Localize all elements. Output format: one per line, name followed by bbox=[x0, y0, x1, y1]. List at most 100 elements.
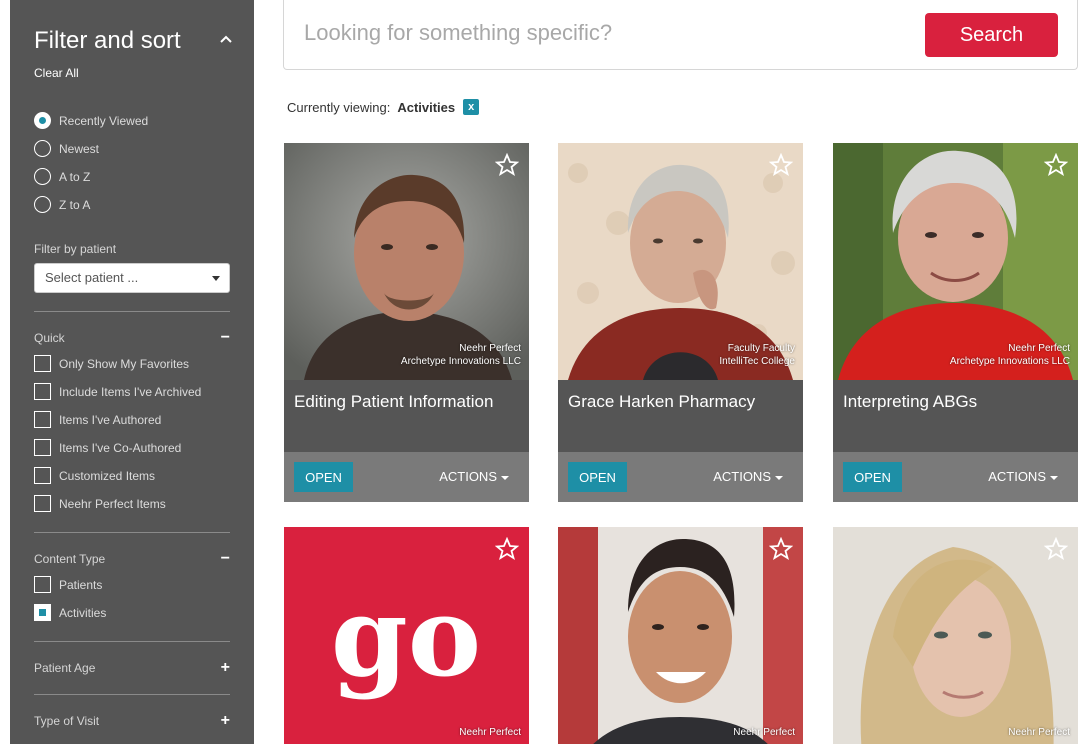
filter-sidebar: Filter and sort Clear All Recently Viewe… bbox=[10, 0, 254, 744]
filter-authored[interactable]: Items I've Authored bbox=[34, 411, 161, 428]
filter-co-authored[interactable]: Items I've Co-Authored bbox=[34, 439, 181, 456]
filter-customized[interactable]: Customized Items bbox=[34, 467, 155, 484]
credit-author: Faculty Faculty bbox=[727, 343, 795, 354]
card-image bbox=[558, 527, 803, 744]
sort-recently-viewed[interactable]: Recently Viewed bbox=[34, 112, 148, 129]
quick-section-header[interactable]: Quick − bbox=[34, 330, 230, 346]
divider bbox=[34, 311, 230, 312]
divider bbox=[34, 532, 230, 533]
credit-author: Neehr Perfect bbox=[1008, 343, 1070, 354]
checkbox-icon bbox=[34, 355, 51, 372]
patient-select[interactable]: Select patient ... bbox=[34, 263, 230, 293]
card-image: go bbox=[284, 527, 529, 744]
sort-a-to-z[interactable]: A to Z bbox=[34, 168, 90, 185]
card-footer: OPEN ACTIONS bbox=[558, 452, 803, 502]
actions-dropdown[interactable]: ACTIONS bbox=[713, 469, 783, 484]
filter-patients[interactable]: Patients bbox=[34, 576, 102, 593]
filter-label: Neehr Perfect Items bbox=[59, 496, 166, 511]
checkbox-icon bbox=[34, 495, 51, 512]
star-icon[interactable] bbox=[1044, 153, 1068, 177]
open-button[interactable]: OPEN bbox=[843, 462, 902, 492]
credit-author: Neehr Perfect bbox=[733, 727, 795, 738]
radio-icon bbox=[34, 196, 51, 213]
filter-activities[interactable]: Activities bbox=[34, 604, 106, 621]
star-icon[interactable] bbox=[769, 537, 793, 561]
card-footer: OPEN ACTIONS bbox=[284, 452, 529, 502]
card-credit: Neehr Perfect Archetype Innovations LLC bbox=[950, 342, 1070, 368]
card-credit: Faculty Faculty IntelliTec College bbox=[719, 342, 795, 368]
card-image bbox=[833, 527, 1078, 744]
sort-option-label: Newest bbox=[59, 141, 100, 156]
radio-icon bbox=[34, 168, 51, 185]
credit-org: Archetype Innovations LLC bbox=[400, 356, 521, 367]
type-of-visit-section-header[interactable]: Type of Visit + bbox=[34, 713, 230, 729]
filter-label: Customized Items bbox=[59, 468, 156, 483]
remove-filter-button[interactable]: x bbox=[463, 99, 480, 115]
credit-author: Neehr Perfect bbox=[459, 727, 521, 738]
actions-dropdown[interactable]: ACTIONS bbox=[439, 469, 509, 484]
star-icon[interactable] bbox=[495, 537, 519, 561]
filter-label: Only Show My Favorites bbox=[59, 356, 190, 371]
patient-age-section-header[interactable]: Patient Age + bbox=[34, 660, 230, 676]
divider bbox=[34, 641, 230, 642]
sort-newest[interactable]: Newest bbox=[34, 140, 99, 157]
patient-filter-label: Filter by patient bbox=[34, 242, 117, 256]
star-icon[interactable] bbox=[1044, 537, 1068, 561]
divider bbox=[34, 694, 230, 695]
activity-card[interactable]: go Neehr Perfect bbox=[284, 527, 529, 744]
type-of-visit-label: Type of Visit bbox=[34, 714, 100, 728]
content-type-section-header[interactable]: Content Type − bbox=[34, 551, 230, 567]
filter-only-favorites[interactable]: Only Show My Favorites bbox=[34, 355, 189, 372]
sidebar-title: Filter and sort bbox=[34, 27, 181, 54]
credit-org: IntelliTec College bbox=[719, 356, 795, 367]
patient-age-label: Patient Age bbox=[34, 661, 96, 675]
checkbox-icon bbox=[34, 467, 51, 484]
checkbox-icon bbox=[34, 604, 51, 621]
radio-icon bbox=[34, 112, 51, 129]
activity-card[interactable]: Faculty Faculty IntelliTec College Grace… bbox=[558, 143, 803, 502]
open-button[interactable]: OPEN bbox=[568, 462, 627, 492]
filter-label: Items I've Authored bbox=[59, 412, 162, 427]
filter-label: Items I've Co-Authored bbox=[59, 440, 182, 455]
content-type-label: Content Type bbox=[34, 552, 106, 566]
quick-section-label: Quick bbox=[34, 331, 65, 345]
card-title[interactable]: Grace Harken Pharmacy bbox=[568, 392, 755, 412]
activity-card[interactable]: Neehr Perfect Archetype Innovations LLC … bbox=[284, 143, 529, 502]
star-icon[interactable] bbox=[769, 153, 793, 177]
minus-icon[interactable]: − bbox=[221, 330, 230, 346]
activity-card[interactable]: Neehr Perfect Archetype Innovations LLC … bbox=[833, 143, 1078, 502]
sort-option-label: Z to A bbox=[59, 197, 91, 212]
card-credit: Neehr Perfect bbox=[733, 726, 795, 739]
clear-all-link[interactable]: Clear All bbox=[34, 66, 79, 80]
credit-author: Neehr Perfect bbox=[459, 343, 521, 354]
filter-label: Activities bbox=[59, 605, 107, 620]
plus-icon[interactable]: + bbox=[221, 660, 230, 676]
minus-icon[interactable]: − bbox=[221, 551, 230, 567]
open-button[interactable]: OPEN bbox=[294, 462, 353, 492]
card-title[interactable]: Editing Patient Information bbox=[294, 392, 493, 412]
star-icon[interactable] bbox=[495, 153, 519, 177]
viewing-value: Activities bbox=[397, 99, 456, 115]
search-button[interactable]: Search bbox=[925, 13, 1058, 57]
checkbox-icon bbox=[34, 439, 51, 456]
search-bar: Search bbox=[283, 0, 1078, 70]
search-input[interactable] bbox=[304, 20, 904, 46]
sort-z-to-a[interactable]: Z to A bbox=[34, 196, 90, 213]
go-logo-text: go bbox=[331, 572, 481, 701]
card-footer: OPEN ACTIONS bbox=[833, 452, 1078, 502]
card-credit: Neehr Perfect Archetype Innovations LLC bbox=[401, 342, 521, 368]
card-title[interactable]: Interpreting ABGs bbox=[843, 392, 977, 412]
checkbox-icon bbox=[34, 576, 51, 593]
card-credit: Neehr Perfect bbox=[459, 726, 521, 739]
filter-neehr-perfect[interactable]: Neehr Perfect Items bbox=[34, 495, 166, 512]
activity-card[interactable]: Neehr Perfect bbox=[833, 527, 1078, 744]
activity-card[interactable]: Neehr Perfect bbox=[558, 527, 803, 744]
filter-label: Patients bbox=[59, 577, 103, 592]
sort-option-label: Recently Viewed bbox=[59, 113, 149, 128]
credit-org: Archetype Innovations LLC bbox=[949, 356, 1070, 367]
actions-dropdown[interactable]: ACTIONS bbox=[988, 469, 1058, 484]
filter-include-archived[interactable]: Include Items I've Archived bbox=[34, 383, 201, 400]
plus-icon[interactable]: + bbox=[221, 713, 230, 729]
current-filter: Currently viewing: Activities x bbox=[287, 99, 480, 115]
chevron-up-icon[interactable] bbox=[217, 32, 235, 46]
